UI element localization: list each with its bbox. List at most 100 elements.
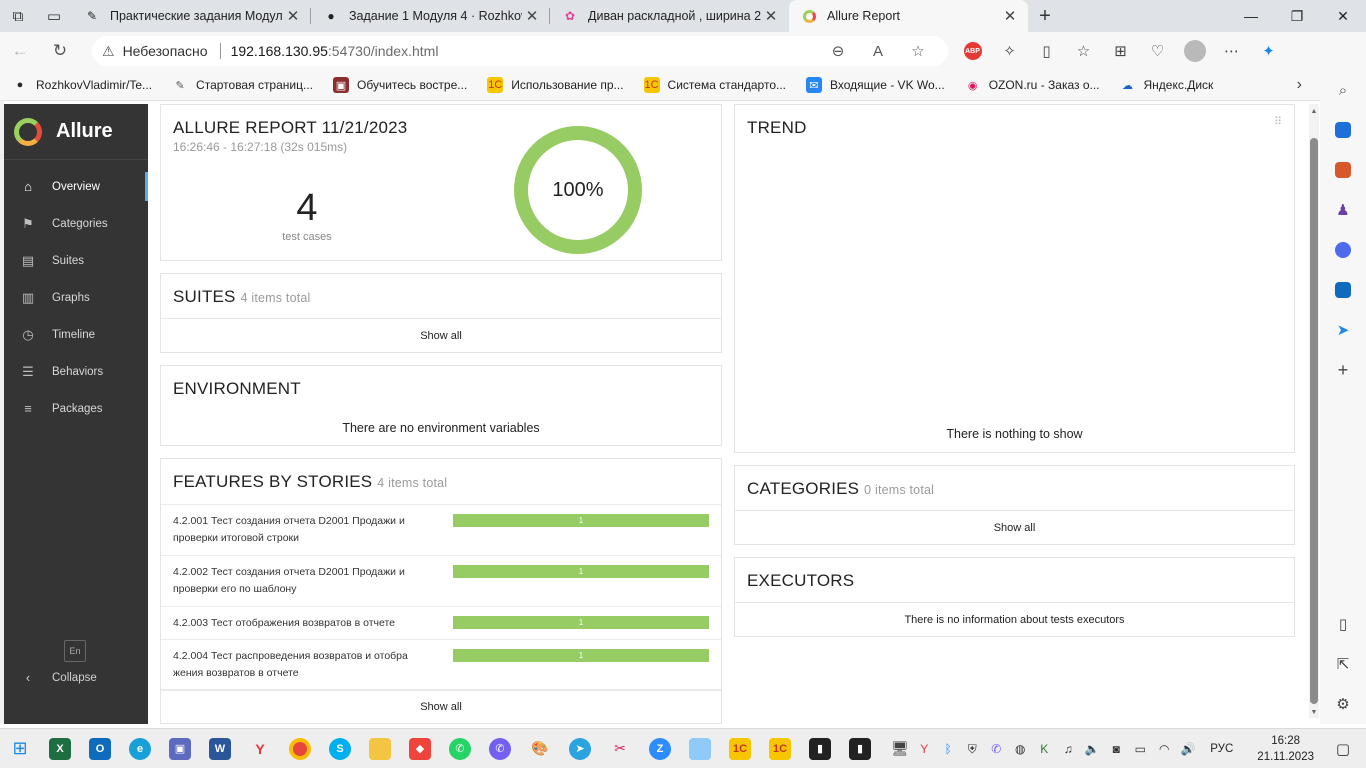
paint-icon[interactable]: 🎨 [520,729,560,769]
bluetooth-icon[interactable]: ᛒ [936,742,960,756]
split-screen-icon[interactable]: ▯ [1028,32,1065,70]
feature-row[interactable]: 4.2.001 Тест создания отчета D2001 Прода… [161,505,721,556]
settings-gear-icon[interactable]: ⚙ [1320,684,1366,724]
sidebar-panel-icon[interactable]: ▯ [1320,604,1366,644]
menu-item-categories[interactable]: ⚑ Categories [4,205,148,242]
kaspersky-icon[interactable]: K [1032,742,1056,756]
browser-tab-active[interactable]: Allure Report ✕ [789,0,1028,32]
scroll-up-icon[interactable]: ▲ [1309,108,1319,115]
bookmark-item[interactable]: ◉ OZON.ru - Заказ о... [959,77,1106,93]
yandex-tray-icon[interactable]: Y [912,742,936,756]
1c-app-icon[interactable]: 1С [760,729,800,769]
viber-tray-icon[interactable]: ✆ [984,742,1008,756]
performance-icon[interactable]: ♡ [1139,32,1176,70]
volume-icon[interactable]: 🔈 [1080,742,1104,756]
skype-icon[interactable]: S [320,729,360,769]
minimize-icon[interactable]: — [1228,0,1274,32]
menu-item-packages[interactable]: ≡ Packages [4,390,148,427]
search-icon[interactable]: ⌕ [1320,70,1366,110]
close-tab-icon[interactable]: ✕ [1000,7,1020,25]
bookmark-item[interactable]: ▣ Обучитесь востре... [327,77,473,93]
workspaces-icon[interactable]: ⧉ [0,0,36,32]
telegram-icon[interactable]: ➤ [560,729,600,769]
url-text[interactable]: 192.168.130.95:54730/index.html [231,43,818,59]
scroll-down-icon[interactable]: ▼ [1309,709,1319,716]
favorites-icon[interactable]: ☆ [1065,32,1102,70]
notifications-icon[interactable]: ▢ [1328,740,1358,758]
new-tab-icon[interactable]: + [1028,0,1062,32]
extensions-icon[interactable]: ✧ [991,32,1028,70]
bookmark-item[interactable]: ● RozhkovVladimir/Te... [6,77,158,93]
collapse-button[interactable]: ‹ Collapse [18,670,97,685]
address-bar[interactable]: ⚠ Небезопасно 192.168.130.95:54730/index… [92,36,948,66]
chevron-right-icon[interactable]: › [1297,76,1302,94]
restore-icon[interactable]: ❐ [1274,0,1320,32]
bookmark-item[interactable]: 1С Система стандарто... [638,77,792,93]
features-show-all[interactable]: Show all [161,689,721,723]
add-icon[interactable]: + [1320,350,1366,390]
speaker-icon[interactable]: 🔊 [1176,742,1200,756]
categories-show-all[interactable]: Show all [735,510,1294,544]
browser-tab-2[interactable]: ● Задание 1 Модуля 4 · RozhkovV ✕ [311,0,550,32]
tray-app-icon[interactable]: ◍ [1008,742,1032,756]
refresh-icon[interactable]: ↻ [40,32,80,70]
games-icon[interactable]: ♟ [1320,190,1366,230]
external-link-icon[interactable]: ⇱ [1320,644,1366,684]
edge-icon[interactable]: e [120,729,160,769]
allure-brand[interactable]: Allure [4,104,148,160]
read-aloud-icon[interactable]: A [858,43,898,60]
collections-icon[interactable]: ⊞ [1102,32,1139,70]
more-menu-icon[interactable]: ⋯ [1213,32,1250,70]
close-tab-icon[interactable]: ✕ [761,7,781,25]
security-label[interactable]: Небезопасно [123,43,208,59]
favorite-star-icon[interactable]: ☆ [898,42,938,60]
close-window-icon[interactable]: ✕ [1320,0,1366,32]
tab-actions-icon[interactable]: ▭ [36,0,72,32]
browser-tab-3[interactable]: ✿ Диван раскладной , ширина 20 ✕ [550,0,789,32]
1c-app-icon[interactable]: 1С [720,729,760,769]
wifi-icon[interactable]: ◠ [1152,742,1176,756]
yandex-icon[interactable]: Y [240,729,280,769]
remote-icon[interactable]: ▣ [160,729,200,769]
browser-tab-1[interactable]: ✎ Практические задания Модуля ✕ [72,0,311,32]
bookmark-item[interactable]: ✎ Стартовая страниц... [166,77,319,93]
outlook-icon[interactable]: O [80,729,120,769]
terminal-icon[interactable]: ▮ [800,729,840,769]
menu-item-overview[interactable]: ⌂ Overview [4,168,148,205]
shopping-tag-icon[interactable] [1320,110,1366,150]
snipping-icon[interactable]: ✂ [600,729,640,769]
terminal-icon[interactable]: ▮ [840,729,880,769]
feature-row[interactable]: 4.2.002 Тест создания отчета D2001 Прода… [161,556,721,607]
camera-icon[interactable]: ◙ [1104,742,1128,756]
page-scrollbar[interactable]: ▲ ▼ [1309,104,1319,718]
close-tab-icon[interactable]: ✕ [283,7,303,25]
word-icon[interactable]: W [200,729,240,769]
viber-icon[interactable]: ✆ [480,729,520,769]
bookmark-item[interactable]: ☁ Яндекс.Диск [1114,77,1220,93]
clock[interactable]: 16:28 21.11.2023 [1257,733,1314,765]
scrollbar-thumb[interactable] [1310,138,1318,704]
back-icon[interactable]: ← [0,32,40,70]
close-tab-icon[interactable]: ✕ [522,7,542,25]
headset-icon[interactable]: ♫ [1056,742,1080,756]
zoom-icon[interactable]: ⊖ [818,42,858,60]
bookmark-item[interactable]: ✉ Входящие - VK Wo... [800,77,951,93]
menu-item-suites[interactable]: ▤ Suites [4,242,148,279]
suites-show-all[interactable]: Show all [161,318,721,352]
feature-row[interactable]: 4.2.004 Тест распроведения возвратов и о… [161,640,721,691]
whatsapp-icon[interactable]: ✆ [440,729,480,769]
menu-item-timeline[interactable]: ◷ Timeline [4,316,148,353]
battery-icon[interactable]: ▭ [1128,742,1152,756]
send-icon[interactable]: ➤ [1320,310,1366,350]
menu-item-graphs[interactable]: ▥ Graphs [4,279,148,316]
feature-row[interactable]: 4.2.003 Тест отображения возвратов в отч… [161,607,721,640]
tools-briefcase-icon[interactable] [1320,150,1366,190]
warning-icon[interactable]: ⚠ [102,43,115,60]
bookmark-item[interactable]: 1С Использование пр... [481,77,629,93]
notes-icon[interactable] [680,729,720,769]
language-switch[interactable]: En [64,640,86,662]
start-icon[interactable]: ⊞ [0,729,40,769]
security-shield-icon[interactable]: ⛨ [960,742,984,757]
chrome-icon[interactable] [280,729,320,769]
outlook-icon[interactable] [1320,270,1366,310]
